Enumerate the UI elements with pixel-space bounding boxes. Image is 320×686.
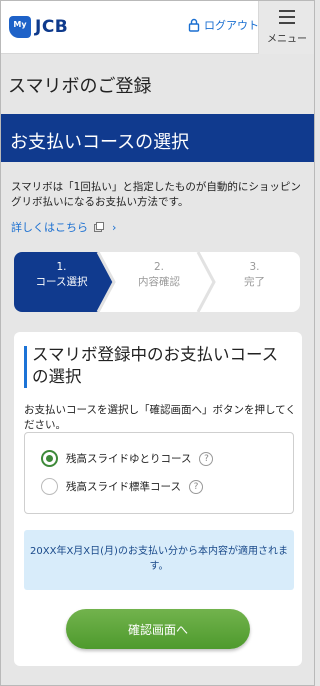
- step-course-selection: 1. コース選択: [14, 252, 109, 312]
- confirm-button[interactable]: 確認画面へ: [66, 609, 250, 649]
- course-options: 残高スライドゆとりコース ? 残高スライド標準コース ?: [24, 432, 294, 514]
- step-number: 2.: [153, 261, 165, 273]
- step-number: 3.: [249, 261, 260, 273]
- lock-icon: [188, 18, 200, 32]
- step-number: 1.: [56, 261, 67, 273]
- logo-brand-text: JCB: [35, 17, 69, 37]
- logout-label: ログアウト: [204, 19, 259, 32]
- option-label: 残高スライドゆとりコース: [66, 453, 192, 465]
- page-title: スマリボのご登録: [8, 76, 152, 97]
- myjcb-logo[interactable]: My JCB: [9, 16, 68, 38]
- course-selection-card: スマリボ登録中のお支払いコースの選択 お支払いコースを選択し「確認画面へ」ボタン…: [14, 332, 302, 666]
- help-icon[interactable]: ?: [188, 479, 203, 494]
- logout-link[interactable]: ログアウト: [188, 17, 259, 33]
- app-header: My JCB ログアウト メニュー: [0, 0, 315, 54]
- notice-box: 20XX年X月X日(月)のお支払い分から本内容が適用されます。: [24, 530, 294, 590]
- description-text: スマリボは「1回払い」と指定したものが自動的にショッピングリボ払いになるお支払い…: [11, 181, 301, 208]
- radio-selected[interactable]: [41, 450, 58, 467]
- section-title: お支払いコースの選択: [10, 132, 190, 153]
- step-label: 完了: [244, 276, 265, 288]
- hamburger-icon: [279, 10, 295, 24]
- help-icon[interactable]: ?: [199, 451, 214, 466]
- option-yutori-course[interactable]: 残高スライドゆとりコース ?: [41, 450, 214, 467]
- radio-unselected[interactable]: [41, 478, 58, 495]
- progress-stepper: 1. コース選択 2. 内容確認 3. 完了: [14, 252, 300, 312]
- details-link[interactable]: 詳しくはこちら ›: [11, 219, 116, 235]
- card-title: スマリボ登録中のお支払いコースの選択: [32, 345, 279, 386]
- instruction-text: お支払いコースを選択し「確認画面へ」ボタンを押してください。: [24, 404, 296, 431]
- logo-my-badge: My: [9, 16, 31, 38]
- menu-button[interactable]: メニュー: [258, 0, 315, 54]
- section-header: お支払いコースの選択: [0, 114, 315, 162]
- chevron-right-icon: ›: [112, 220, 117, 234]
- external-window-icon: [94, 222, 104, 232]
- option-label: 残高スライド標準コース: [66, 481, 181, 493]
- step-complete: 3. 完了: [209, 252, 300, 312]
- title-accent-bar: [24, 346, 27, 388]
- step-label: 内容確認: [138, 276, 180, 288]
- option-standard-course[interactable]: 残高スライド標準コース ?: [41, 478, 203, 495]
- details-link-label: 詳しくはこちら: [11, 221, 88, 234]
- step-label: コース選択: [35, 276, 88, 288]
- step-confirmation: 2. 内容確認: [109, 252, 209, 312]
- menu-label: メニュー: [267, 34, 307, 45]
